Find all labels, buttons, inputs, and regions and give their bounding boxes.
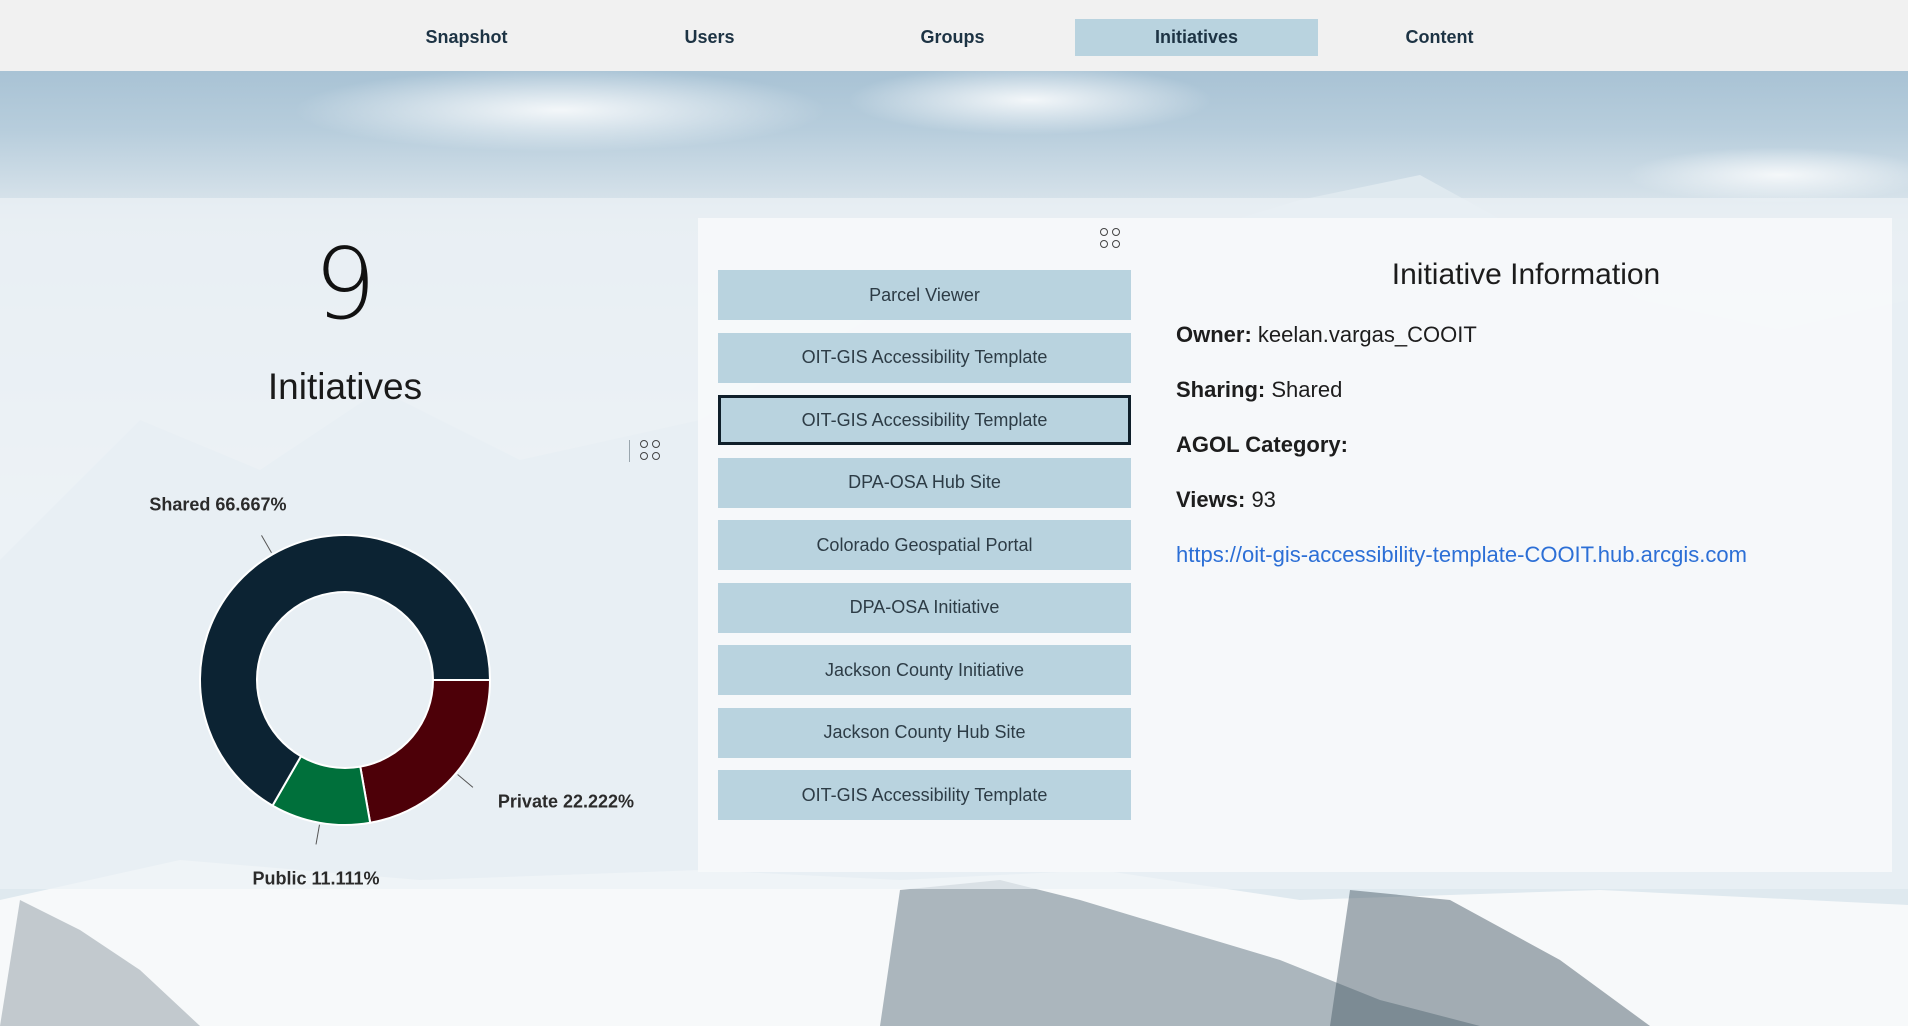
slice-label-private: Private 22.222% [498, 791, 634, 811]
list-item[interactable]: DPA-OSA Hub Site [718, 457, 1131, 508]
sharing-row: Sharing: Shared [1176, 377, 1876, 432]
slice-label-public: Public 11.111% [252, 868, 379, 888]
category-label: AGOL Category: [1176, 432, 1348, 457]
views-row: Views: 93 [1176, 487, 1876, 542]
list-item[interactable]: OIT-GIS Accessibility Template [718, 332, 1131, 383]
list-item[interactable]: OIT-GIS Accessibility Template [718, 770, 1131, 820]
initiative-count: 9 [313, 228, 377, 342]
list-item[interactable]: Parcel Viewer [718, 270, 1131, 320]
initiative-list: Parcel Viewer OIT-GIS Accessibility Temp… [718, 270, 1131, 833]
initiative-url-link[interactable]: https://oit-gis-accessibility-template-C… [1176, 542, 1747, 567]
owner-label: Owner: [1176, 322, 1252, 347]
divider [629, 440, 630, 462]
views-label: Views: [1176, 487, 1246, 512]
list-item-selected[interactable]: OIT-GIS Accessibility Template [718, 395, 1131, 445]
nav-initiatives[interactable]: Initiatives [1075, 19, 1318, 56]
leader-line [315, 824, 320, 845]
list-item[interactable]: Jackson County Initiative [718, 645, 1131, 695]
sharing-label: Sharing: [1176, 377, 1266, 402]
list-item[interactable]: Jackson County Hub Site [718, 707, 1131, 758]
slice-label-shared: Shared 66.667% [149, 494, 286, 514]
nav-groups[interactable]: Groups [831, 19, 1074, 56]
views-value: 93 [1251, 487, 1276, 512]
owner-row: Owner: keelan.vargas_COOIT [1176, 322, 1876, 377]
grid-menu-icon[interactable] [640, 440, 662, 462]
list-item[interactable]: Colorado Geospatial Portal [718, 520, 1131, 570]
nav-content[interactable]: Content [1318, 19, 1561, 56]
initiative-info-panel: Initiative Information Owner: keelan.var… [1176, 258, 1876, 568]
initiatives-card: Parcel Viewer OIT-GIS Accessibility Temp… [698, 218, 1892, 872]
sharing-donut-chart: Shared 66.667% Private 22.222% Public 11.1… [140, 494, 634, 888]
list-item[interactable]: DPA-OSA Initiative [718, 582, 1131, 633]
donut-slice-private[interactable] [359, 679, 492, 824]
initiative-count-label: Initiatives [267, 366, 423, 407]
nav-snapshot[interactable]: Snapshot [345, 19, 588, 56]
leader-line [457, 774, 474, 788]
category-row: AGOL Category: [1176, 432, 1876, 487]
sharing-value: Shared [1271, 377, 1343, 402]
top-navigation: Snapshot Users Groups Initiatives Conten… [0, 0, 1908, 71]
leader-line [261, 535, 272, 553]
nav-users[interactable]: Users [588, 19, 831, 56]
info-title: Initiative Information [1391, 258, 1661, 291]
owner-value: keelan.vargas_COOIT [1257, 322, 1477, 347]
grid-menu-icon[interactable] [1100, 228, 1122, 250]
